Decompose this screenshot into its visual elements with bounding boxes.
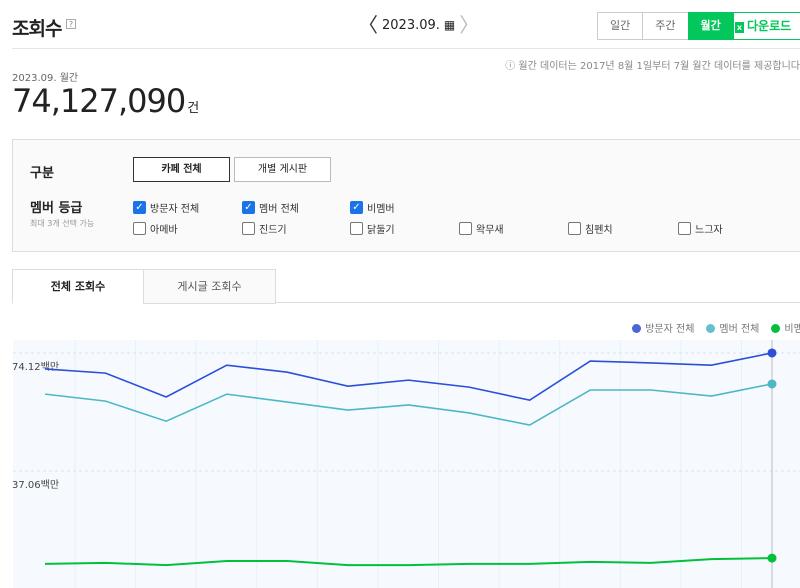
plot-background — [13, 340, 800, 588]
series-point-1 — [767, 379, 777, 389]
series-point-0 — [767, 348, 777, 358]
y-tick-label: 37.06백만 — [12, 479, 59, 491]
line-chart: 74.12백만 37.06백만 — [12, 340, 800, 588]
series-point-2 — [767, 553, 777, 563]
y-tick-label: 74.12백만 — [12, 361, 59, 373]
